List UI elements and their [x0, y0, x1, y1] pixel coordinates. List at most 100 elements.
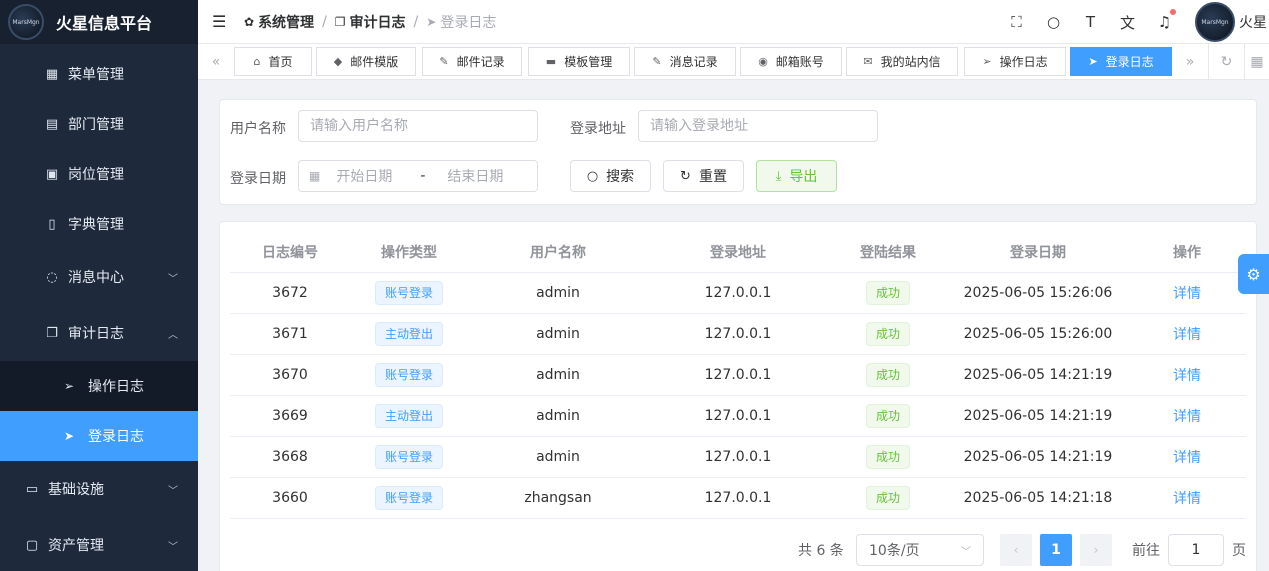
- column-header: 操作类型: [381, 245, 437, 261]
- breadcrumb-item[interactable]: ✿ 系统管理: [244, 12, 314, 32]
- sidebar-item-infra[interactable]: ▭ 基础设施 ﹀: [0, 461, 198, 517]
- tabs-scroll-right-icon[interactable]: »: [1172, 44, 1208, 80]
- detail-link[interactable]: 详情: [1173, 327, 1201, 343]
- tab-login-log[interactable]: ➤ 登录日志: [1070, 47, 1172, 76]
- end-date-input[interactable]: 结束日期: [447, 166, 503, 186]
- refresh-icon: ↻: [680, 168, 691, 184]
- sidebar-item-label: 字典管理: [68, 217, 124, 233]
- tab-mail-template[interactable]: ◆ 邮件模版: [316, 47, 416, 76]
- tab-label: 消息记录: [669, 55, 718, 69]
- type-cell: 账号登录: [350, 363, 468, 387]
- page-size-select[interactable]: 10条/页 ﹀: [856, 534, 984, 566]
- user-name: admin: [536, 326, 580, 342]
- sidebar-item-menu[interactable]: ▦ 菜单管理: [0, 49, 198, 99]
- export-button-label: 导出: [789, 169, 818, 185]
- result-tag: 成功: [865, 404, 910, 428]
- tab-label: 邮箱账号: [775, 55, 824, 69]
- apps-icon[interactable]: ▦: [1244, 44, 1269, 80]
- tab-home[interactable]: ⌂ 首页: [234, 47, 312, 76]
- export-button[interactable]: ⤓ 导出: [756, 160, 837, 192]
- send-filled-icon: ➤: [1088, 55, 1098, 68]
- app-title: 火星信息平台: [56, 14, 153, 33]
- result-tag: 成功: [865, 281, 910, 305]
- id-card-icon: ▤: [45, 116, 59, 132]
- detail-link[interactable]: 详情: [1173, 491, 1201, 507]
- detail-link[interactable]: 详情: [1173, 409, 1201, 425]
- sidebar-item-asset[interactable]: ▢ 资产管理 ﹀: [0, 517, 198, 571]
- search-icon[interactable]: ○: [1035, 13, 1072, 31]
- menu-toggle-icon[interactable]: ☰: [212, 12, 226, 31]
- tab-mail-account[interactable]: ◉ 邮箱账号: [740, 47, 842, 76]
- detail-link[interactable]: 详情: [1173, 450, 1201, 466]
- settings-drawer-button[interactable]: ⚙: [1238, 254, 1269, 294]
- start-date-input[interactable]: 开始日期: [336, 166, 406, 186]
- result-cell: 成功: [828, 445, 948, 469]
- login-date: 2025-06-05 14:21:19: [963, 449, 1113, 465]
- log-id: 3670: [272, 367, 308, 383]
- fullscreen-icon[interactable]: ⛶: [998, 13, 1035, 31]
- result-tag: 成功: [865, 363, 910, 387]
- username-field[interactable]: [298, 110, 538, 142]
- search-button[interactable]: ○ 搜索: [570, 160, 651, 192]
- username-label: 用户名称: [230, 121, 286, 137]
- translate-icon[interactable]: 文: [1109, 12, 1146, 33]
- tag-icon: ◆: [333, 55, 343, 68]
- address-input[interactable]: [650, 118, 877, 134]
- login-address: 127.0.0.1: [704, 490, 772, 506]
- logo-area[interactable]: MarsMgn 火星信息平台: [0, 0, 198, 44]
- address-field[interactable]: [638, 110, 878, 142]
- tab-mail-record[interactable]: ✎ 邮件记录: [422, 47, 522, 76]
- page-number-button[interactable]: 1: [1040, 534, 1072, 566]
- tabs-scroll-left-icon[interactable]: «: [198, 44, 234, 80]
- tab-operation-log[interactable]: ➢ 操作日志: [964, 47, 1066, 76]
- column-header: 用户名称: [530, 245, 586, 261]
- tab-label: 登录日志: [1105, 55, 1154, 69]
- detail-link[interactable]: 详情: [1173, 368, 1201, 384]
- page-size-value: 10条/页: [869, 543, 920, 559]
- next-page-button[interactable]: ›: [1080, 534, 1112, 566]
- sidebar-item-audit[interactable]: ❐ 审计日志 ︿: [0, 305, 198, 361]
- user-name: admin: [536, 408, 580, 424]
- login-address: 127.0.0.1: [704, 285, 772, 301]
- chevron-right-icon: ›: [1093, 543, 1099, 557]
- pagination: 共 6 条 10条/页 ﹀ ‹ 1 › 前往 1 页: [220, 534, 1256, 566]
- goto-page-input[interactable]: 1: [1168, 534, 1224, 566]
- breadcrumb-label: 审计日志: [349, 14, 406, 31]
- column-header: 登陆结果: [860, 245, 916, 261]
- sidebar-subitem-operation-log[interactable]: ➢ 操作日志: [0, 361, 198, 411]
- avatar[interactable]: MarsMgn: [1195, 2, 1235, 42]
- date-range-picker[interactable]: ▦ 开始日期 - 结束日期: [298, 160, 538, 192]
- tab-template-manage[interactable]: ▬ 模板管理: [528, 47, 630, 76]
- breadcrumb-item[interactable]: ❐ 审计日志: [335, 12, 406, 32]
- username-input[interactable]: [310, 118, 537, 134]
- font-size-icon[interactable]: T: [1072, 13, 1109, 31]
- tab-label: 首页: [268, 55, 293, 69]
- tab-my-inbox[interactable]: ✉ 我的站内信: [846, 47, 958, 76]
- book-icon: ▯: [48, 216, 56, 232]
- sidebar-item-message[interactable]: ◌ 消息中心 ﹀: [0, 249, 198, 305]
- type-tag: 账号登录: [374, 363, 443, 387]
- bell-icon[interactable]: ♫: [1146, 9, 1183, 31]
- table-row: 3672 账号登录 admin 127.0.0.1 成功 2025-06-05 …: [230, 273, 1246, 314]
- detail-link[interactable]: 详情: [1173, 286, 1201, 302]
- header-tools: ⛶ ○ T 文 ♫ MarsMgn 火星: [998, 0, 1269, 44]
- send-icon: ➢: [982, 55, 992, 68]
- log-id: 3671: [272, 326, 308, 342]
- result-tag: 成功: [865, 486, 910, 510]
- top-header: ☰ ✿ 系统管理 / ❐ 审计日志 / ➤ 登录日志 ⛶ ○ T 文 ♫ MarsMg…: [198, 0, 1269, 44]
- type-cell: 账号登录: [350, 486, 468, 510]
- refresh-icon[interactable]: ↻: [1208, 44, 1244, 80]
- prev-page-button[interactable]: ‹: [1000, 534, 1032, 566]
- username[interactable]: 火星: [1239, 12, 1269, 32]
- sidebar-item-dept[interactable]: ▤ 部门管理: [0, 99, 198, 149]
- sidebar: MarsMgn 火星信息平台 ▦ 菜单管理 ▤ 部门管理 ▣ 岗位管理 ▯ 字典…: [0, 0, 198, 571]
- login-date: 2025-06-05 14:21:19: [963, 367, 1113, 383]
- sidebar-subitem-login-log[interactable]: ➤ 登录日志: [0, 411, 198, 461]
- sidebar-item-post[interactable]: ▣ 岗位管理: [0, 149, 198, 199]
- sidebar-item-dict[interactable]: ▯ 字典管理: [0, 199, 198, 249]
- user-name: admin: [536, 285, 580, 301]
- tab-message-record[interactable]: ✎ 消息记录: [634, 47, 736, 76]
- type-tag: 主动登出: [374, 322, 443, 346]
- reset-button[interactable]: ↻ 重置: [663, 160, 744, 192]
- address-label: 登录地址: [570, 121, 626, 137]
